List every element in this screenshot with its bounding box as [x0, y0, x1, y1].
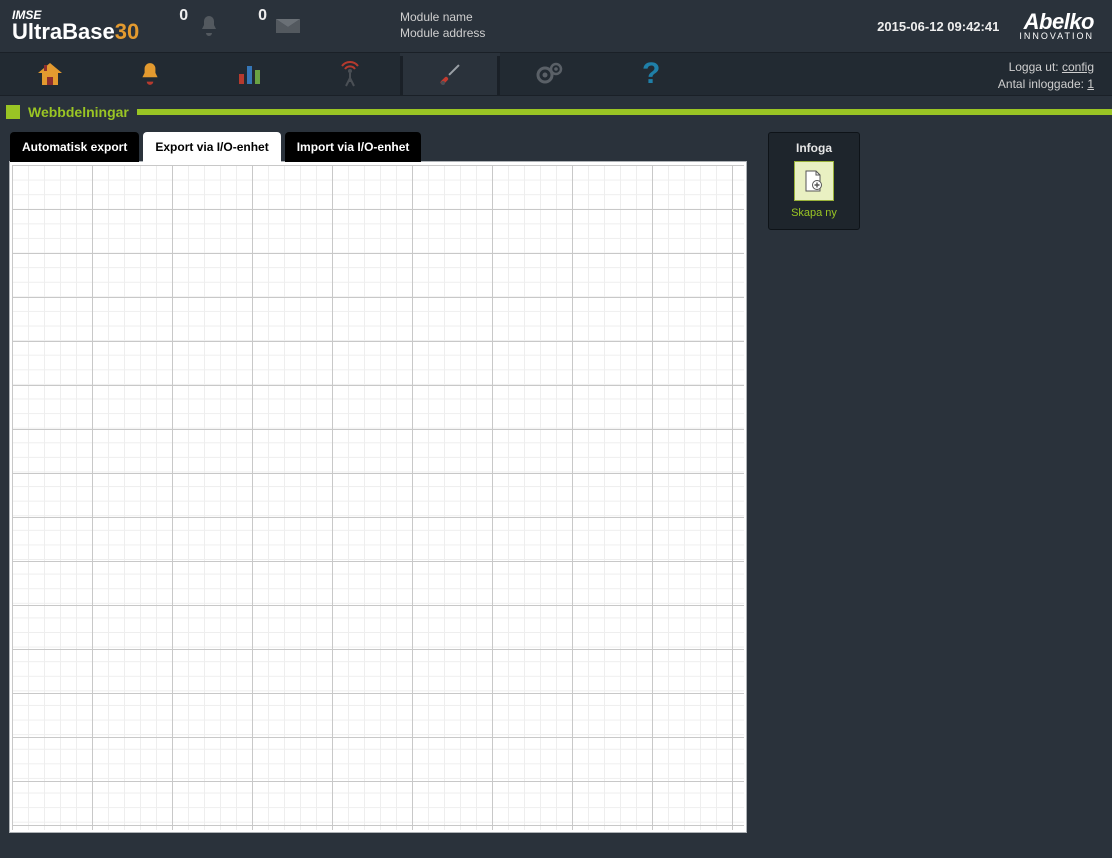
bell-icon [194, 11, 224, 41]
insert-panel-title: Infoga [773, 139, 855, 161]
product-brand: IMSE UltraBase30 [12, 9, 139, 43]
nav-tools[interactable] [400, 53, 500, 95]
brand-bottom: UltraBase30 [12, 21, 139, 43]
vendor-logo: Abelko INNOVATION [1019, 12, 1094, 40]
create-new-button[interactable] [794, 161, 834, 201]
envelope-icon [273, 11, 303, 41]
nav-settings[interactable] [500, 53, 600, 95]
alert-count-group[interactable]: 0 [179, 11, 224, 41]
section-bar: Webbdelningar [0, 102, 1112, 122]
header-counts: 0 0 [179, 11, 303, 41]
alert-count: 0 [179, 7, 188, 25]
canvas-area: Automatisk export Export via I/O-enhet I… [10, 132, 750, 832]
section-title: Webbdelningar [28, 104, 129, 120]
logout-label: Logga ut: [1009, 60, 1059, 74]
mail-count-group[interactable]: 0 [258, 11, 303, 41]
nav-antenna[interactable] [300, 53, 400, 95]
nav-right-info: Logga ut: config Antal inloggade: 1 [998, 53, 1112, 95]
main-content: Automatisk export Export via I/O-enhet I… [0, 122, 1112, 832]
module-info: Module name Module address [400, 10, 485, 41]
logout-row: Logga ut: config [998, 59, 1094, 76]
logout-user-link[interactable]: config [1062, 60, 1094, 74]
tab-auto-export[interactable]: Automatisk export [10, 132, 139, 162]
logged-in-row: Antal inloggade: 1 [998, 76, 1094, 93]
screwdriver-icon [437, 61, 463, 87]
design-grid-canvas[interactable] [10, 162, 746, 832]
tab-export-io[interactable]: Export via I/O-enhet [143, 132, 280, 162]
nav-help[interactable]: ? [600, 53, 700, 95]
new-document-icon [803, 169, 825, 193]
main-navbar: ? Logga ut: config Antal inloggade: 1 [0, 52, 1112, 96]
vendor-logo-small: INNOVATION [1019, 32, 1094, 40]
bell-icon [137, 61, 163, 87]
antenna-icon [336, 60, 364, 88]
section-bar-tail [137, 109, 1112, 115]
vendor-logo-big: Abelko [1024, 9, 1094, 34]
home-icon [36, 61, 64, 87]
logged-in-label: Antal inloggade: [998, 77, 1084, 91]
logged-in-count-link[interactable]: 1 [1087, 77, 1094, 91]
brand-bottom-main: UltraBase [12, 19, 115, 44]
question-icon: ? [639, 59, 661, 89]
module-address-label: Module address [400, 26, 485, 42]
bar-chart-icon [236, 62, 264, 86]
tabs-row: Automatisk export Export via I/O-enhet I… [10, 132, 750, 162]
nav-charts[interactable] [200, 53, 300, 95]
nav-home[interactable] [0, 53, 100, 95]
datetime: 2015-06-12 09:42:41 [877, 19, 999, 34]
module-name-label: Module name [400, 10, 485, 26]
create-new-label: Skapa ny [773, 207, 855, 219]
header-bar: IMSE UltraBase30 0 0 Module name Module … [0, 0, 1112, 52]
section-bar-marker [6, 105, 20, 119]
mail-count: 0 [258, 7, 267, 25]
svg-text:?: ? [642, 59, 660, 89]
brand-bottom-suffix: 30 [115, 19, 139, 44]
nav-alerts[interactable] [100, 53, 200, 95]
gears-icon [535, 61, 565, 87]
tab-import-io[interactable]: Import via I/O-enhet [285, 132, 422, 162]
insert-panel: Infoga Skapa ny [768, 132, 860, 230]
